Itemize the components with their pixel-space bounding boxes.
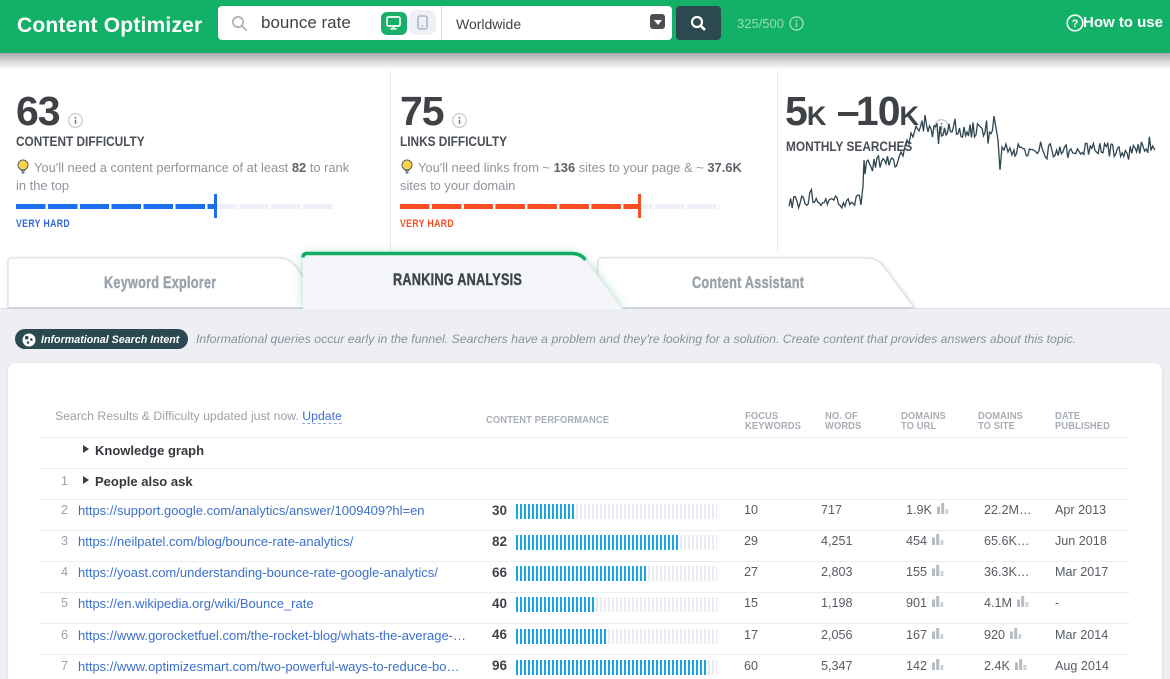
svg-text:?: ? xyxy=(1072,18,1079,30)
